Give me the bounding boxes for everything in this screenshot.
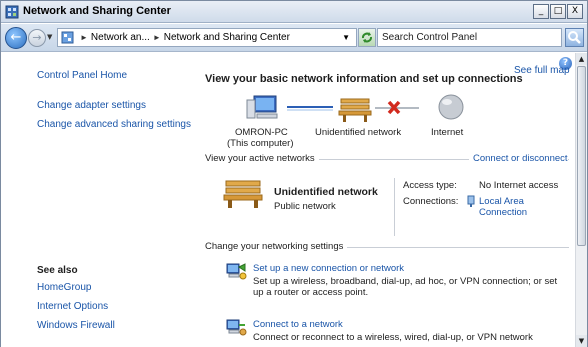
network-center-icon [5, 5, 19, 19]
recent-pages-chevron-icon[interactable]: ▼ [47, 33, 52, 41]
setup-connection-description: Set up a wireless, broadband, dial-up, a… [253, 276, 558, 298]
network-sharing-window: Network and Sharing Center _ □ X ← → ▼ ►… [0, 0, 588, 347]
local-area-connection-link[interactable]: Local Area [479, 196, 524, 207]
windows-firewall-link[interactable]: Windows Firewall [37, 320, 115, 331]
window-controls: _ □ X [533, 4, 583, 19]
see-also-heading: See also [37, 265, 78, 276]
access-type-value: No Internet access [479, 180, 559, 191]
scrollbar-thumb[interactable] [577, 66, 586, 246]
maximize-button[interactable]: □ [550, 4, 566, 19]
active-network-bench-icon [223, 180, 263, 208]
close-button[interactable]: X [567, 4, 583, 19]
breadcrumb[interactable]: ► Network an... ► Network and Sharing Ce… [57, 28, 357, 47]
computer-icon [246, 95, 278, 119]
search-button[interactable] [565, 28, 584, 47]
connection-line-icon [287, 106, 333, 111]
network-label: Unidentified network [315, 127, 402, 138]
local-area-connection-link-2[interactable]: Connection [479, 207, 527, 218]
content-area: Control Panel Home Change adapter settin… [1, 53, 575, 347]
search-icon [568, 31, 581, 44]
setup-connection-link[interactable]: Set up a new connection or network [253, 263, 404, 274]
search-input[interactable]: Search Control Panel [377, 28, 562, 47]
forward-arrow-icon[interactable]: → [28, 29, 46, 47]
minimize-button[interactable]: _ [533, 4, 549, 19]
window-title: Network and Sharing Center [23, 5, 171, 17]
network-adapter-icon [467, 195, 475, 207]
address-dropdown-icon[interactable]: ▼ [342, 33, 350, 42]
network-map [246, 94, 464, 122]
connect-disconnect-link[interactable]: Connect or disconnect [469, 153, 568, 164]
connect-network-icon [226, 319, 247, 336]
internet-options-link[interactable]: Internet Options [37, 301, 108, 312]
breadcrumb-item-current[interactable]: Network and Sharing Center [164, 32, 290, 43]
active-network-name: Unidentified network [274, 186, 378, 198]
new-connection-icon [226, 263, 247, 280]
change-adapter-settings-link[interactable]: Change adapter settings [37, 100, 146, 111]
refresh-icon [362, 32, 372, 43]
back-arrow-icon[interactable]: ← [5, 27, 27, 49]
scroll-down-arrow-icon[interactable]: ▼ [576, 335, 587, 347]
change-advanced-sharing-link[interactable]: Change advanced sharing settings [37, 119, 191, 130]
breadcrumb-chevron-icon[interactable]: ► [80, 33, 88, 42]
access-type-label: Access type: [403, 180, 457, 191]
globe-icon [438, 94, 464, 120]
bench-icon [338, 98, 372, 122]
scroll-up-arrow-icon[interactable]: ▲ [576, 53, 587, 65]
vertical-scrollbar[interactable]: ▲ ▼ [575, 53, 587, 347]
vertical-divider [394, 178, 395, 236]
page-title: View your basic network information and … [205, 73, 523, 85]
control-panel-home-link[interactable]: Control Panel Home [37, 70, 127, 81]
title-bar: Network and Sharing Center _ □ X [1, 1, 587, 23]
connect-to-network-link[interactable]: Connect to a network [253, 319, 343, 330]
breadcrumb-chevron-icon[interactable]: ► [153, 33, 161, 42]
computer-sub-label: (This computer) [227, 138, 294, 149]
connect-to-network-description: Connect or reconnect to a wireless, wire… [253, 332, 533, 343]
active-networks-heading: View your active networks [205, 153, 319, 164]
connections-label: Connections: [403, 196, 459, 207]
control-panel-icon [61, 31, 74, 44]
change-settings-heading: Change your networking settings [205, 241, 348, 252]
homegroup-link[interactable]: HomeGroup [37, 282, 91, 293]
internet-label: Internet [431, 127, 464, 138]
breadcrumb-item-parent[interactable]: Network an... [91, 32, 150, 43]
sidebar: Control Panel Home Change adapter settin… [1, 53, 197, 347]
see-full-map-link[interactable]: See full map [514, 65, 570, 76]
computer-name-label: OMRON-PC [235, 127, 288, 138]
network-type-link[interactable]: Public network [274, 201, 336, 212]
address-bar: ← → ▼ ► Network an... ► Network and Shar… [1, 24, 587, 52]
refresh-button[interactable] [358, 28, 376, 47]
